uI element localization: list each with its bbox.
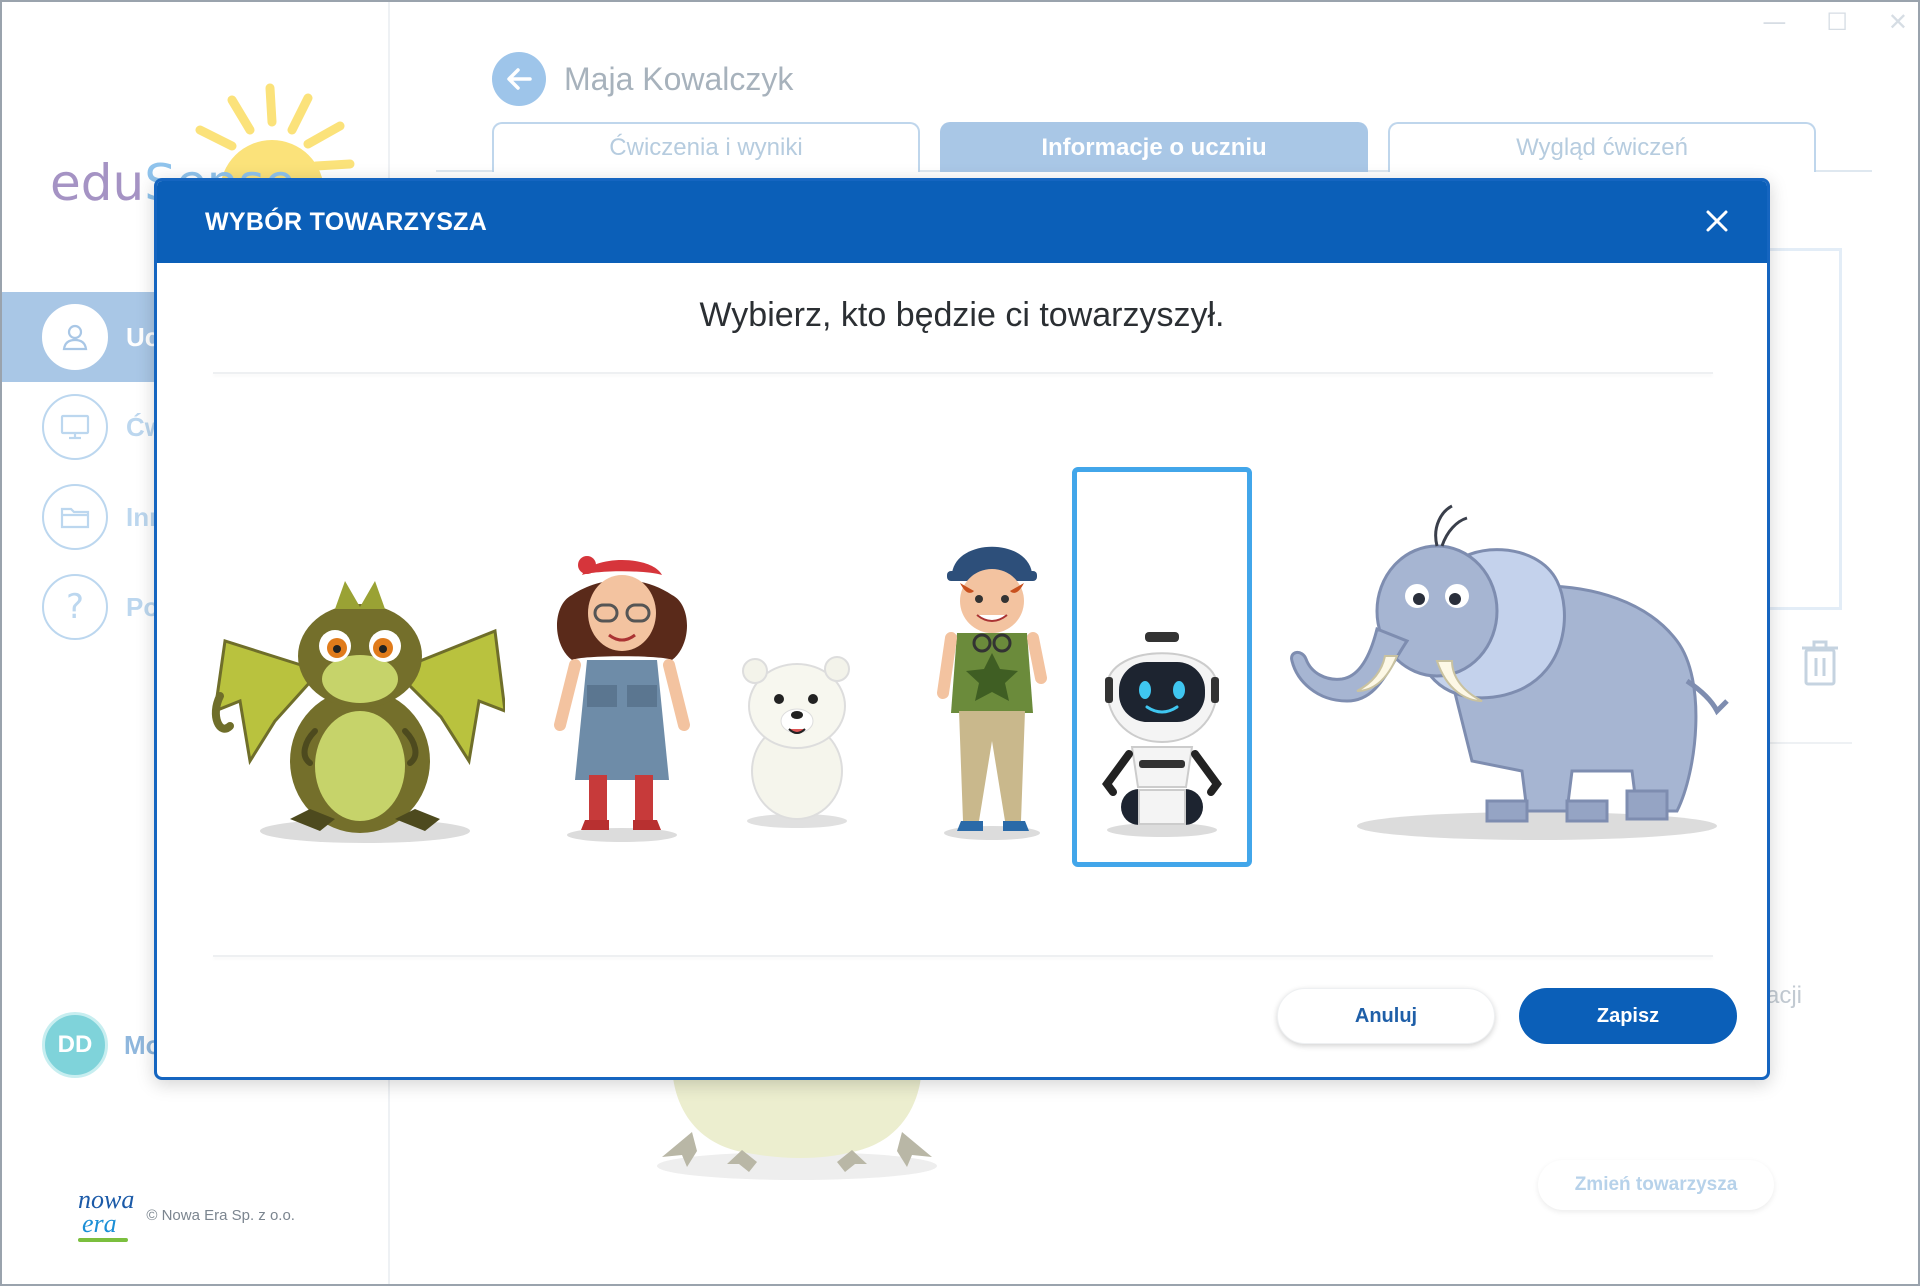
student-name: Maja Kowalczyk bbox=[564, 60, 794, 97]
back-button[interactable] bbox=[492, 52, 546, 106]
dialog-prompt: Wybierz, kto będzie ci towarzyszył. bbox=[699, 296, 1225, 334]
partial-text: acji bbox=[1766, 982, 1803, 1009]
companion-boy[interactable] bbox=[927, 533, 1057, 843]
dialog-header: WYBÓR TOWARZYSZA bbox=[157, 181, 1767, 263]
copyright-text: © Nowa Era Sp. z o.o. bbox=[146, 1206, 295, 1224]
robot-illustration bbox=[1102, 632, 1222, 837]
nowa-era-logo: nowa era © Nowa Era Sp. z o.o. bbox=[78, 1187, 295, 1242]
companion-elephant[interactable] bbox=[1267, 501, 1737, 841]
elephant-illustration bbox=[1290, 504, 1729, 840]
folder-icon bbox=[42, 484, 108, 550]
tab-wyglad-cwiczen[interactable]: Wygląd ćwiczeń bbox=[1388, 122, 1816, 172]
tab-cwiczenia-i-wyniki[interactable]: Ćwiczenia i wyniki bbox=[492, 122, 920, 172]
companion-robot[interactable] bbox=[1072, 467, 1252, 867]
app-window: — ☐ ✕ eduSense bbox=[0, 0, 1920, 1286]
polar-bear-illustration bbox=[742, 656, 850, 828]
divider bbox=[213, 955, 1713, 957]
window-controls: — ☐ ✕ bbox=[1762, 8, 1908, 36]
companion-dragon[interactable] bbox=[205, 561, 505, 846]
boy-illustration bbox=[937, 546, 1047, 840]
avatar: DD bbox=[42, 1012, 108, 1078]
minimize-button[interactable]: — bbox=[1762, 8, 1786, 36]
save-button[interactable]: Zapisz bbox=[1519, 988, 1737, 1044]
companion-dialog: WYBÓR TOWARZYSZA Wybierz, kto będzie ci … bbox=[154, 178, 1770, 1080]
swoosh-icon bbox=[78, 1238, 128, 1242]
maximize-button[interactable]: ☐ bbox=[1826, 8, 1848, 36]
close-window-button[interactable]: ✕ bbox=[1888, 8, 1908, 36]
tab-informacje-o-uczniu[interactable]: Informacje o uczniu bbox=[940, 122, 1368, 172]
student-tabs: Ćwiczenia i wyniki Informacje o uczniu W… bbox=[436, 122, 1872, 172]
current-companion-preview bbox=[652, 1062, 942, 1187]
change-companion-button[interactable]: Zmień towarzysza bbox=[1538, 1160, 1774, 1210]
companion-girl[interactable] bbox=[547, 535, 697, 845]
student-header: Maja Kowalczyk bbox=[492, 52, 793, 106]
question-icon: ? bbox=[42, 574, 108, 640]
close-icon bbox=[1706, 210, 1728, 232]
girl-illustration bbox=[554, 556, 690, 842]
close-dialog-button[interactable] bbox=[1697, 201, 1737, 241]
divider bbox=[213, 372, 1713, 374]
arrow-left-icon bbox=[507, 68, 532, 90]
trash-icon[interactable] bbox=[1798, 638, 1842, 693]
user-icon bbox=[42, 304, 108, 370]
monitor-icon bbox=[42, 394, 108, 460]
cancel-button[interactable]: Anuluj bbox=[1277, 988, 1495, 1044]
dragon-illustration bbox=[211, 581, 505, 843]
companion-polar-bear[interactable] bbox=[737, 641, 857, 831]
dialog-title: WYBÓR TOWARZYSZA bbox=[205, 207, 488, 236]
nowa-era-brand: nowa era bbox=[78, 1187, 134, 1242]
